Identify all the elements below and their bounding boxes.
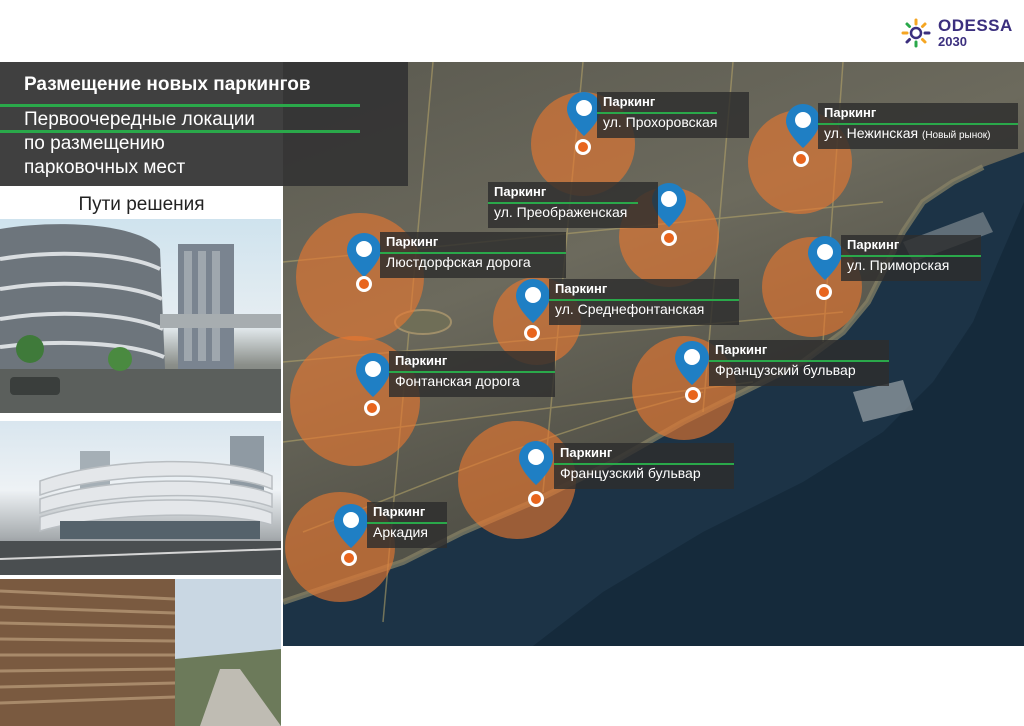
- map-pin-icon[interactable]: [567, 92, 601, 136]
- parking-label-street: Французский бульвар: [560, 465, 701, 481]
- parking-label-street: ул. Среднефонтанская: [555, 301, 705, 317]
- parking-label-srednefontanskaya: Паркинг ул. Среднефонтанская: [549, 279, 739, 325]
- parking-location-dot: [575, 139, 591, 155]
- subtitle-underline: [0, 130, 360, 133]
- parking-location-dot: [528, 491, 544, 507]
- parking-label-title: Паркинг: [373, 504, 426, 519]
- page-subtitle: Первоочередные локации по размещению пар…: [24, 108, 255, 180]
- parking-location-dot: [816, 284, 832, 300]
- parking-label-frantsuzsky-2: Паркинг Французский бульвар: [554, 443, 734, 489]
- map-pin-icon[interactable]: [347, 233, 381, 277]
- page-title: Размещение новых паркингов: [24, 74, 311, 95]
- parking-label-preobrazhenskaya: Паркинг ул. Преображенская: [488, 182, 658, 228]
- parking-label-title: Паркинг: [824, 105, 877, 120]
- parking-label-street: Фонтанская дорога: [395, 373, 520, 389]
- parking-label-street-name: ул. Нежинская: [824, 125, 919, 141]
- photo-parking-facade: [0, 579, 281, 726]
- photo-parking-tower: [0, 219, 281, 413]
- logo-text-city: ODESSA: [938, 16, 1013, 35]
- parking-location-dot: [793, 151, 809, 167]
- parking-label-arkadia: Паркинг Аркадия: [367, 502, 447, 548]
- map-pin-icon[interactable]: [675, 341, 709, 385]
- map-pin-icon[interactable]: [808, 236, 842, 280]
- parking-label-title: Паркинг: [715, 342, 768, 357]
- map-pin-icon[interactable]: [356, 353, 390, 397]
- parking-location-dot: [661, 230, 677, 246]
- parking-label-title: Паркинг: [560, 445, 613, 460]
- parking-label-street: Люстдорфская дорога: [386, 254, 531, 270]
- parking-label-street: ул. Нежинская (Новый рынок): [824, 125, 991, 141]
- title-panel: Размещение новых паркингов Первоочередны…: [0, 62, 408, 186]
- parking-label-street: ул. Прохоровская: [603, 114, 718, 130]
- title-underline: [0, 104, 360, 107]
- map-pin-icon[interactable]: [516, 279, 550, 323]
- map-pin-icon[interactable]: [786, 104, 820, 148]
- parking-label-frantsuzsky-1: Паркинг Французский бульвар: [709, 340, 889, 386]
- parking-location-dot: [356, 276, 372, 292]
- parking-label-title: Паркинг: [603, 94, 656, 109]
- parking-label-fontanskaya: Паркинг Фонтанская дорога: [389, 351, 555, 397]
- subtitle-line-3: парковочных мест: [24, 157, 186, 178]
- parking-label-title: Паркинг: [555, 281, 608, 296]
- sun-logo-icon: [901, 18, 931, 48]
- parking-location-dot: [364, 400, 380, 416]
- parking-label-title: Паркинг: [395, 353, 448, 368]
- parking-label-prokhorovskaya: Паркинг ул. Прохоровская: [597, 92, 749, 138]
- map-pin-icon[interactable]: [519, 441, 553, 485]
- parking-label-note: (Новый рынок): [922, 130, 991, 141]
- subtitle-line-2: по размещению: [24, 133, 165, 154]
- logo-text-year: 2030: [938, 34, 967, 49]
- map-pin-icon[interactable]: [334, 504, 368, 548]
- parking-label-street: Французский бульвар: [715, 362, 856, 378]
- odessa-2030-logo: ODESSA 2030: [900, 14, 1013, 50]
- solutions-label: Пути решения: [78, 194, 205, 215]
- subtitle-line-1: Первоочередные локации: [24, 109, 255, 130]
- parking-location-dot: [341, 550, 357, 566]
- parking-location-dot: [524, 325, 540, 341]
- parking-label-title: Паркинг: [494, 184, 547, 199]
- parking-label-lyustdorfskaya: Паркинг Люстдорфская дорога: [380, 232, 566, 278]
- parking-label-street: ул. Преображенская: [494, 204, 628, 220]
- parking-label-street: Аркадия: [373, 524, 428, 540]
- parking-label-title: Паркинг: [386, 234, 439, 249]
- parking-label-nezhinskaya: Паркинг ул. Нежинская (Новый рынок): [818, 103, 1018, 149]
- parking-label-street: ул. Приморская: [847, 257, 950, 273]
- photo-parking-building: [0, 421, 281, 575]
- parking-label-primorskaya: Паркинг ул. Приморская: [841, 235, 981, 281]
- parking-location-dot: [685, 387, 701, 403]
- parking-label-title: Паркинг: [847, 237, 900, 252]
